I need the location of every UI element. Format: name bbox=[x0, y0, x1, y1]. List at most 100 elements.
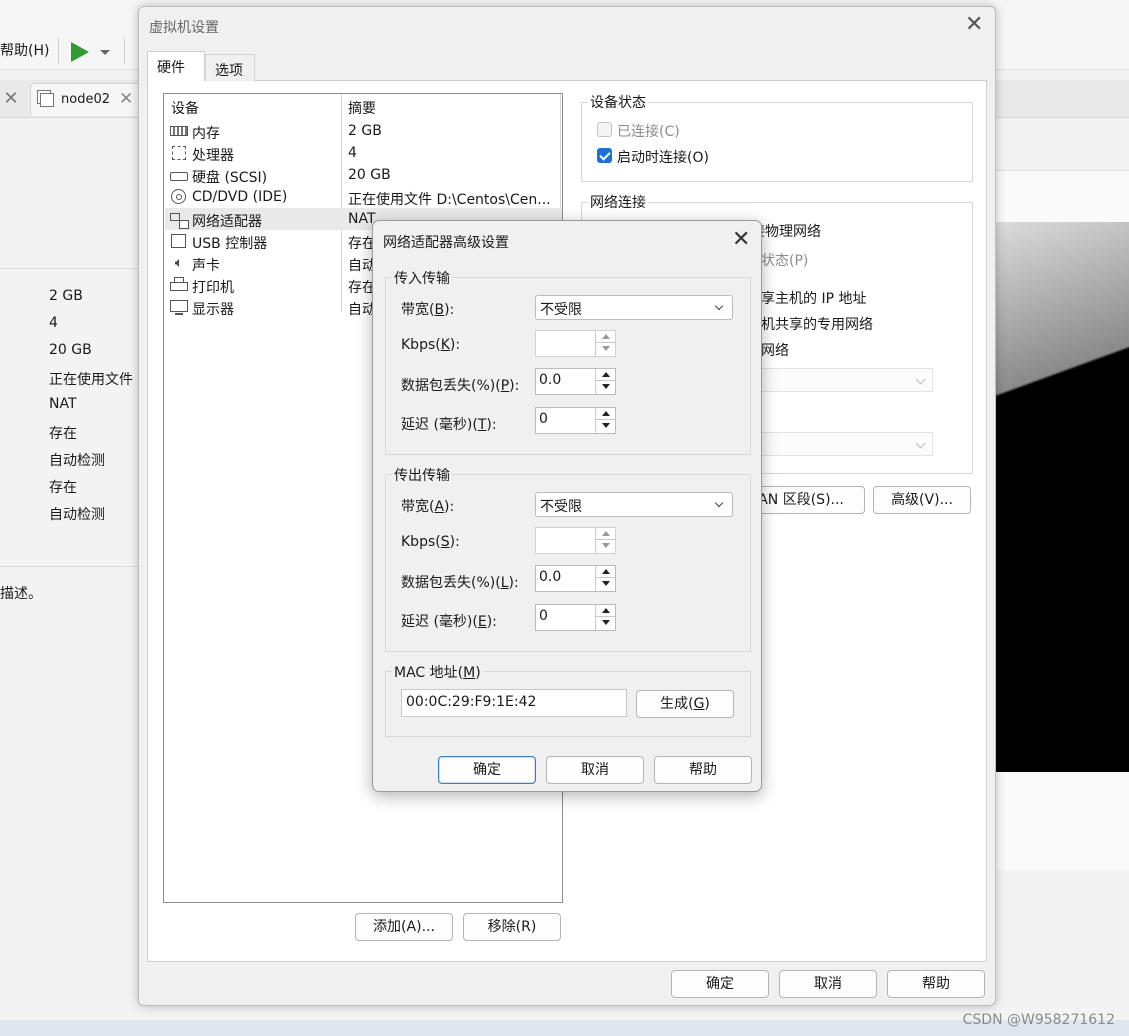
tab-label: node02 bbox=[61, 92, 110, 107]
usb-icon bbox=[171, 234, 186, 248]
spin-down-icon[interactable] bbox=[596, 381, 615, 393]
window-title: 虚拟机设置 bbox=[149, 20, 219, 36]
toolbar-separator bbox=[58, 38, 59, 64]
cpu-icon bbox=[172, 146, 186, 160]
memory-icon bbox=[170, 126, 188, 136]
harddisk-icon bbox=[170, 172, 188, 181]
connect-on-start-checkbox[interactable] bbox=[597, 148, 612, 163]
ok-button[interactable]: 确定 bbox=[671, 970, 769, 998]
chevron-down-icon[interactable] bbox=[100, 50, 110, 55]
device-name: 内存 bbox=[192, 126, 220, 142]
help-button[interactable]: 帮助 bbox=[654, 756, 752, 784]
network-advanced-dialog: 网络适配器高级设置 ✕ 传入传输 带宽(B): 不受限 Kbps(K): 数据包… bbox=[372, 220, 762, 792]
spin-down-icon[interactable] bbox=[596, 343, 615, 355]
tab-node02[interactable]: node02 ✕ bbox=[30, 83, 140, 116]
summary-value: NAT bbox=[49, 396, 77, 412]
spin-up-icon[interactable] bbox=[596, 605, 615, 617]
spin-down-icon[interactable] bbox=[596, 420, 615, 432]
outgoing-packet-loss-stepper[interactable]: 0.0 bbox=[535, 565, 616, 592]
cancel-button[interactable]: 取消 bbox=[546, 756, 644, 784]
network-adapter-icon bbox=[170, 213, 189, 229]
incoming-latency-stepper[interactable]: 0 bbox=[535, 407, 616, 434]
outgoing-bandwidth-select[interactable]: 不受限 bbox=[535, 492, 733, 517]
summary-value: 4 bbox=[49, 315, 58, 331]
cancel-button[interactable]: 取消 bbox=[779, 970, 877, 998]
advanced-button[interactable]: 高级(V)... bbox=[873, 486, 971, 514]
group-title: 传入传输 bbox=[392, 268, 452, 288]
help-menu[interactable]: 帮助(H) bbox=[0, 40, 49, 60]
device-name: USB 控制器 bbox=[192, 236, 268, 252]
incoming-kbps-label: Kbps(K): bbox=[401, 337, 461, 353]
device-name: 网络适配器 bbox=[192, 214, 262, 230]
watermark: CSDN @W958271612 bbox=[962, 1012, 1115, 1028]
device-name: CD/DVD (IDE) bbox=[192, 189, 288, 205]
generate-mac-button[interactable]: 生成(G) bbox=[636, 690, 734, 718]
group-title: 设备状态 bbox=[588, 92, 648, 112]
spin-down-icon[interactable] bbox=[596, 540, 615, 552]
custom-network-option[interactable]: 网络 bbox=[761, 340, 789, 360]
custom-network-select[interactable] bbox=[759, 368, 933, 392]
group-title: 网络连接 bbox=[588, 192, 648, 212]
close-icon[interactable]: ✕ bbox=[2, 88, 20, 109]
group-title: MAC 地址(M) bbox=[392, 662, 483, 682]
outgoing-kbps-stepper[interactable] bbox=[535, 527, 616, 554]
summary-value: 正在使用文件 bbox=[49, 372, 133, 388]
spin-down-icon[interactable] bbox=[596, 578, 615, 590]
device-summary: 4 bbox=[348, 145, 357, 161]
play-icon[interactable] bbox=[71, 42, 89, 62]
device-row-harddisk[interactable]: 硬盘 (SCSI) 20 GB bbox=[165, 164, 562, 186]
incoming-kbps-stepper[interactable] bbox=[535, 330, 616, 357]
device-name: 处理器 bbox=[192, 148, 234, 164]
spin-up-icon[interactable] bbox=[596, 566, 615, 578]
host-only-option[interactable]: 机共享的专用网络 bbox=[761, 314, 873, 334]
list-header: 设备 摘要 bbox=[164, 94, 562, 118]
spin-up-icon[interactable] bbox=[596, 331, 615, 343]
incoming-bandwidth-select[interactable]: 不受限 bbox=[535, 295, 733, 320]
summary-value: 2 GB bbox=[49, 288, 83, 304]
sound-icon: 🔈︎ bbox=[174, 255, 184, 271]
spin-up-icon[interactable] bbox=[596, 369, 615, 381]
close-icon[interactable]: ✕ bbox=[732, 227, 750, 252]
add-device-button[interactable]: 添加(A)... bbox=[355, 913, 453, 941]
ok-button[interactable]: 确定 bbox=[438, 756, 536, 784]
device-name: 显示器 bbox=[192, 302, 234, 318]
spin-up-icon[interactable] bbox=[596, 408, 615, 420]
toolbar-separator bbox=[124, 38, 125, 64]
outgoing-packet-loss-label: 数据包丢失(%)(L): bbox=[401, 575, 519, 591]
incoming-latency-label: 延迟 (毫秒)(T): bbox=[401, 417, 497, 433]
connected-checkbox[interactable] bbox=[597, 122, 612, 137]
tab-options[interactable]: 选项 bbox=[205, 54, 255, 81]
close-icon[interactable]: ✕ bbox=[119, 89, 133, 109]
device-summary: 2 GB bbox=[348, 123, 382, 139]
mac-address-field[interactable]: 00:0C:29:F9:1E:42 bbox=[401, 689, 627, 717]
summary-value: 20 GB bbox=[49, 342, 92, 358]
close-icon[interactable]: ✕ bbox=[965, 12, 983, 37]
remove-device-button[interactable]: 移除(R) bbox=[463, 913, 561, 941]
summary-value: 自动检测 bbox=[49, 507, 105, 523]
device-row-cpu[interactable]: 处理器 4 bbox=[165, 142, 562, 164]
help-button[interactable]: 帮助 bbox=[887, 970, 985, 998]
device-row-memory[interactable]: 内存 2 GB bbox=[165, 120, 562, 142]
device-name: 硬盘 (SCSI) bbox=[192, 170, 268, 186]
lan-segment-select[interactable] bbox=[759, 432, 933, 456]
outgoing-latency-stepper[interactable]: 0 bbox=[535, 604, 616, 631]
device-row-cd[interactable]: CD/DVD (IDE) 正在使用文件 D:\Centos\Cen... bbox=[165, 186, 562, 208]
spin-down-icon[interactable] bbox=[596, 617, 615, 629]
nat-option[interactable]: 享主机的 IP 地址 bbox=[761, 288, 866, 308]
summary-value: 存在 bbox=[49, 480, 77, 496]
spin-up-icon[interactable] bbox=[596, 528, 615, 540]
incoming-packet-loss-stepper[interactable]: 0.0 bbox=[535, 368, 616, 395]
outgoing-bandwidth-label: 带宽(A): bbox=[401, 499, 455, 515]
group-title: 传出传输 bbox=[392, 465, 452, 485]
divider bbox=[0, 566, 140, 567]
summary-value: 自动检测 bbox=[49, 453, 105, 469]
vm-console-preview[interactable] bbox=[996, 222, 1129, 772]
device-summary: 正在使用文件 D:\Centos\Cen... bbox=[348, 192, 551, 208]
column-header-summary[interactable]: 摘要 bbox=[348, 98, 376, 118]
tab-label: 硬件 bbox=[157, 60, 185, 76]
outgoing-latency-label: 延迟 (毫秒)(E): bbox=[401, 614, 497, 630]
replicate-state-option[interactable]: 状态(P) bbox=[761, 250, 808, 270]
column-header-device[interactable]: 设备 bbox=[171, 98, 199, 118]
tab-hardware[interactable]: 硬件 bbox=[147, 51, 205, 81]
device-summary: 20 GB bbox=[348, 167, 391, 183]
